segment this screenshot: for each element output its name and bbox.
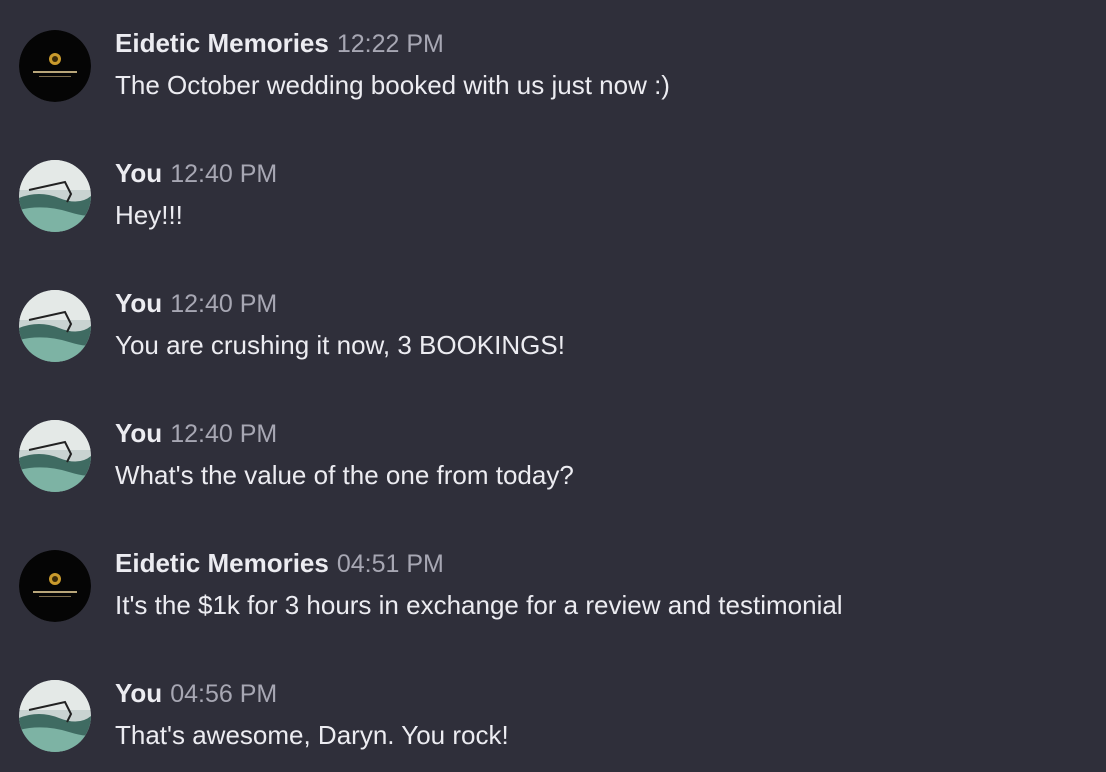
sender-name[interactable]: Eidetic Memories [115, 28, 329, 58]
sender-name[interactable]: Eidetic Memories [115, 548, 329, 578]
message-timestamp: 04:51 PM [336, 550, 444, 578]
message-text: You are crushing it now, 3 BOOKINGS! [115, 330, 565, 360]
message-timestamp: 12:22 PM [336, 30, 444, 58]
chat-message: You 12:40 PM Hey!!! [0, 130, 1106, 240]
sender-name[interactable]: You [115, 418, 162, 448]
chat-message: You 04:56 PM That's awesome, Daryn. You r… [0, 650, 1106, 760]
message-text: The October wedding booked with us just … [115, 70, 670, 100]
message-header: You 12:40 PM [115, 157, 277, 189]
chat-message: You 12:40 PM What's the value of the one … [0, 390, 1106, 500]
avatar-you[interactable] [19, 420, 91, 492]
chat-message: You 12:40 PM You are crushing it now, 3 B… [0, 260, 1106, 370]
user-photo-icon [19, 160, 91, 232]
chat-message: Eidetic Memories 12:22 PM The October wed… [0, 0, 1106, 110]
user-photo-icon [19, 290, 91, 362]
message-header: You 12:40 PM [115, 287, 277, 319]
message-header: Eidetic Memories 04:51 PM [115, 547, 444, 579]
message-text: That's awesome, Daryn. You rock! [115, 720, 509, 750]
user-photo-icon [19, 680, 91, 752]
message-text: It's the $1k for 3 hours in exchange for… [115, 590, 843, 620]
avatar-eidetic-memories[interactable] [19, 30, 91, 102]
user-photo-icon [19, 420, 91, 492]
chat-message: Eidetic Memories 04:51 PM It's the $1k fo… [0, 520, 1106, 630]
sender-name[interactable]: You [115, 678, 162, 708]
avatar-you[interactable] [19, 290, 91, 362]
avatar-you[interactable] [19, 680, 91, 752]
message-text: Hey!!! [115, 200, 183, 230]
message-timestamp: 12:40 PM [170, 160, 278, 188]
eidetic-logo-icon [19, 550, 91, 622]
eidetic-logo-icon [19, 30, 91, 102]
message-timestamp: 12:40 PM [170, 420, 278, 448]
message-header: You 04:56 PM [115, 677, 277, 709]
message-header: Eidetic Memories 12:22 PM [115, 27, 444, 59]
message-header: You 12:40 PM [115, 417, 277, 449]
avatar-eidetic-memories[interactable] [19, 550, 91, 622]
message-text: What's the value of the one from today? [115, 460, 574, 490]
message-timestamp: 12:40 PM [170, 290, 278, 318]
message-timestamp: 04:56 PM [170, 680, 278, 708]
chat-feed: Eidetic Memories 12:22 PM The October wed… [0, 0, 1106, 772]
sender-name[interactable]: You [115, 158, 162, 188]
sender-name[interactable]: You [115, 288, 162, 318]
avatar-you[interactable] [19, 160, 91, 232]
